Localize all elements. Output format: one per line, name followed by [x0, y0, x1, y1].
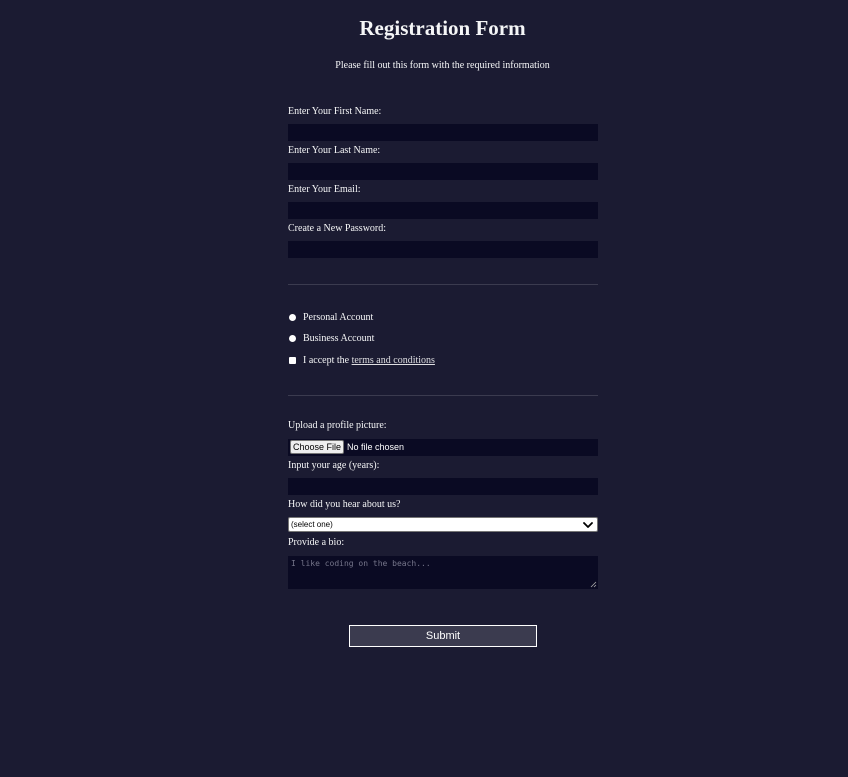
- terms-link[interactable]: terms and conditions: [352, 355, 435, 366]
- section-divider: [288, 395, 598, 396]
- last-name-input[interactable]: [288, 163, 598, 180]
- registration-page: Registration Form Please fill out this f…: [0, 0, 848, 777]
- resize-grip-icon[interactable]: [590, 581, 597, 588]
- age-label: Input your age (years):: [288, 460, 380, 471]
- page-title: Registration Form: [359, 16, 526, 40]
- referrer-selected-value: (select one): [291, 520, 333, 529]
- file-status-text: No file chosen: [347, 442, 405, 452]
- bio-textarea[interactable]: I like coding on the beach...: [288, 556, 598, 589]
- email-input[interactable]: [288, 202, 598, 219]
- email-label: Enter Your Email:: [288, 184, 361, 195]
- first-name-input[interactable]: [288, 124, 598, 141]
- chevron-down-icon: [583, 522, 593, 528]
- bio-label: Provide a bio:: [288, 537, 345, 548]
- bio-placeholder: I like coding on the beach...: [291, 559, 431, 568]
- personal-account-label[interactable]: Personal Account: [303, 311, 373, 324]
- personal-account-radio[interactable]: [289, 314, 296, 321]
- password-label: Create a New Password:: [288, 223, 387, 234]
- section-divider: [288, 284, 598, 285]
- terms-label[interactable]: I accept the terms and conditions: [303, 354, 435, 367]
- first-name-label: Enter Your First Name:: [288, 106, 382, 117]
- business-account-label[interactable]: Business Account: [303, 332, 374, 345]
- profile-picture-input[interactable]: Choose File No file chosen: [288, 439, 598, 456]
- referrer-select[interactable]: (select one): [288, 517, 598, 532]
- last-name-label: Enter Your Last Name:: [288, 145, 381, 156]
- submit-button[interactable]: Submit: [349, 625, 537, 647]
- referrer-label: How did you hear about us?: [288, 499, 401, 510]
- terms-checkbox[interactable]: [289, 357, 296, 364]
- choose-file-button[interactable]: Choose File: [290, 440, 344, 454]
- age-input[interactable]: [288, 478, 598, 495]
- terms-prefix: I accept the: [303, 355, 352, 366]
- page-subtitle: Please fill out this form with the requi…: [335, 60, 550, 71]
- password-input[interactable]: [288, 241, 598, 258]
- profile-picture-label: Upload a profile picture:: [288, 420, 387, 431]
- business-account-radio[interactable]: [289, 335, 296, 342]
